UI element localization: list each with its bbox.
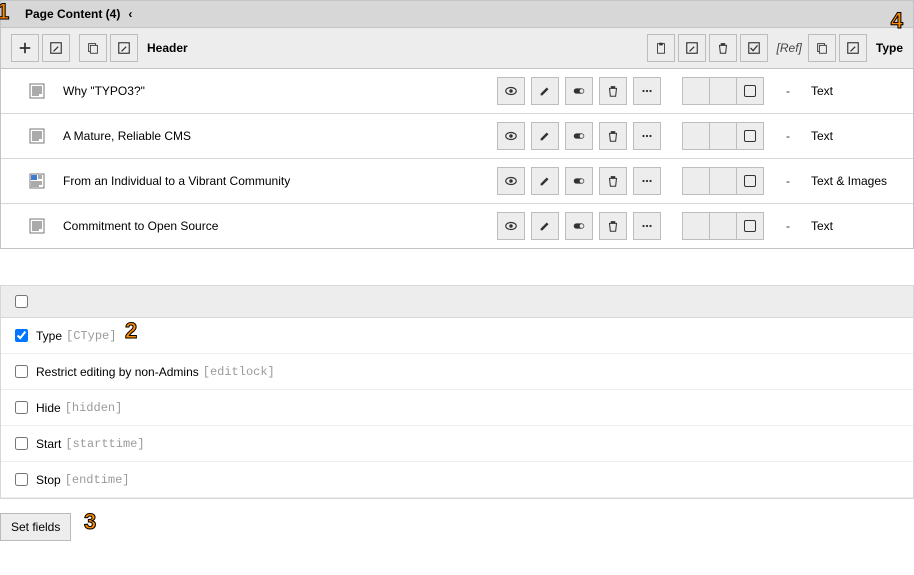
- edit-button[interactable]: [531, 77, 559, 105]
- column-header: Header: [147, 41, 188, 55]
- callout-3: 3: [84, 509, 96, 535]
- field-label: Hide: [36, 401, 61, 415]
- row-title[interactable]: A Mature, Reliable CMS: [59, 129, 497, 143]
- delete-button[interactable]: [599, 167, 627, 195]
- collapse-icon[interactable]: ‹: [128, 7, 132, 21]
- field-option-row: Type [CType]: [1, 318, 913, 354]
- content-type-icon[interactable]: [11, 128, 59, 144]
- copy-marked-button-2[interactable]: [808, 34, 836, 62]
- mark-all-button[interactable]: [740, 34, 768, 62]
- edit-marked-button[interactable]: [42, 34, 70, 62]
- field-checkbox[interactable]: [15, 473, 28, 486]
- field-checkbox[interactable]: [15, 365, 28, 378]
- edit-button[interactable]: [531, 167, 559, 195]
- hide-toggle-button[interactable]: [565, 122, 593, 150]
- set-fields-button[interactable]: Set fields: [0, 513, 71, 541]
- table-row: From an Individual to a Vibrant Communit…: [1, 159, 913, 204]
- field-tech-name: [endtime]: [65, 473, 130, 487]
- field-checkbox[interactable]: [15, 329, 28, 342]
- hide-toggle-button[interactable]: [565, 77, 593, 105]
- field-option-row: Hide [hidden]: [1, 390, 913, 426]
- clipboard-slot[interactable]: [682, 77, 710, 105]
- field-checkbox[interactable]: [15, 437, 28, 450]
- edit-button[interactable]: [531, 212, 559, 240]
- new-record-button[interactable]: [11, 34, 39, 62]
- field-option-row: Start [starttime]: [1, 426, 913, 462]
- field-tech-name: [starttime]: [65, 437, 144, 451]
- field-label: Restrict editing by non-Admins: [36, 365, 199, 379]
- view-button[interactable]: [497, 122, 525, 150]
- type-value: Text: [803, 219, 903, 233]
- view-button[interactable]: [497, 212, 525, 240]
- edit-type-column-button[interactable]: [839, 34, 867, 62]
- panel-title: Page Content (4): [25, 7, 120, 21]
- edit-button[interactable]: [531, 122, 559, 150]
- field-tech-name: [CType]: [66, 329, 116, 343]
- type-value: Text: [803, 129, 903, 143]
- field-option-row: Restrict editing by non-Admins [editlock]: [1, 354, 913, 390]
- field-tech-name: [hidden]: [65, 401, 123, 415]
- ref-count: -: [773, 84, 803, 98]
- edit-marked-button-2[interactable]: [678, 34, 706, 62]
- hide-toggle-button[interactable]: [565, 212, 593, 240]
- type-value: Text & Images: [803, 174, 903, 188]
- fields-panel: 2 Type[CType]Restrict editing by non-Adm…: [0, 285, 914, 499]
- mark-checkbox[interactable]: [736, 167, 764, 195]
- clipboard-slot[interactable]: [682, 122, 710, 150]
- edit-header-column-button[interactable]: [110, 34, 138, 62]
- row-title[interactable]: Commitment to Open Source: [59, 219, 497, 233]
- delete-marked-button[interactable]: [709, 34, 737, 62]
- ref-count: -: [773, 129, 803, 143]
- table-row: Why "TYPO3?" -Text: [1, 69, 913, 114]
- delete-button[interactable]: [599, 122, 627, 150]
- content-type-icon[interactable]: [11, 173, 59, 189]
- clipboard-slot[interactable]: [709, 212, 737, 240]
- mark-checkbox[interactable]: [736, 212, 764, 240]
- more-actions-button[interactable]: [633, 77, 661, 105]
- view-button[interactable]: [497, 167, 525, 195]
- copy-marked-button[interactable]: [79, 34, 107, 62]
- fields-select-all-checkbox[interactable]: [15, 295, 28, 308]
- field-label: Type: [36, 329, 62, 343]
- callout-1: 1: [0, 0, 9, 25]
- mark-checkbox[interactable]: [736, 77, 764, 105]
- clipboard-slot[interactable]: [709, 77, 737, 105]
- type-value: Text: [803, 84, 903, 98]
- content-type-icon[interactable]: [11, 83, 59, 99]
- content-type-icon[interactable]: [11, 218, 59, 234]
- table-header: 4 Header: [1, 28, 913, 69]
- clipboard-slot[interactable]: [709, 122, 737, 150]
- ref-count: -: [773, 219, 803, 233]
- mark-checkbox[interactable]: [736, 122, 764, 150]
- column-type: Type: [876, 41, 903, 55]
- row-title[interactable]: Why "TYPO3?": [59, 84, 497, 98]
- view-button[interactable]: [497, 77, 525, 105]
- delete-button[interactable]: [599, 212, 627, 240]
- more-actions-button[interactable]: [633, 122, 661, 150]
- fields-head: [1, 286, 913, 318]
- field-checkbox[interactable]: [15, 401, 28, 414]
- paste-clipboard-button[interactable]: [647, 34, 675, 62]
- field-label: Stop: [36, 473, 61, 487]
- row-title[interactable]: From an Individual to a Vibrant Communit…: [59, 174, 497, 188]
- more-actions-button[interactable]: [633, 167, 661, 195]
- clipboard-slot[interactable]: [682, 167, 710, 195]
- table-row: Commitment to Open Source -Text: [1, 204, 913, 248]
- field-label: Start: [36, 437, 61, 451]
- table-row: A Mature, Reliable CMS -Text: [1, 114, 913, 159]
- panel-header[interactable]: 1 Page Content (4) ‹: [1, 1, 913, 28]
- ref-column-label: [Ref]: [777, 41, 802, 55]
- delete-button[interactable]: [599, 77, 627, 105]
- field-tech-name: [editlock]: [203, 365, 275, 379]
- ref-count: -: [773, 174, 803, 188]
- content-panel: 1 Page Content (4) ‹ 4 Header: [0, 0, 914, 249]
- more-actions-button[interactable]: [633, 212, 661, 240]
- field-option-row: Stop [endtime]: [1, 462, 913, 498]
- hide-toggle-button[interactable]: [565, 167, 593, 195]
- clipboard-slot[interactable]: [682, 212, 710, 240]
- clipboard-slot[interactable]: [709, 167, 737, 195]
